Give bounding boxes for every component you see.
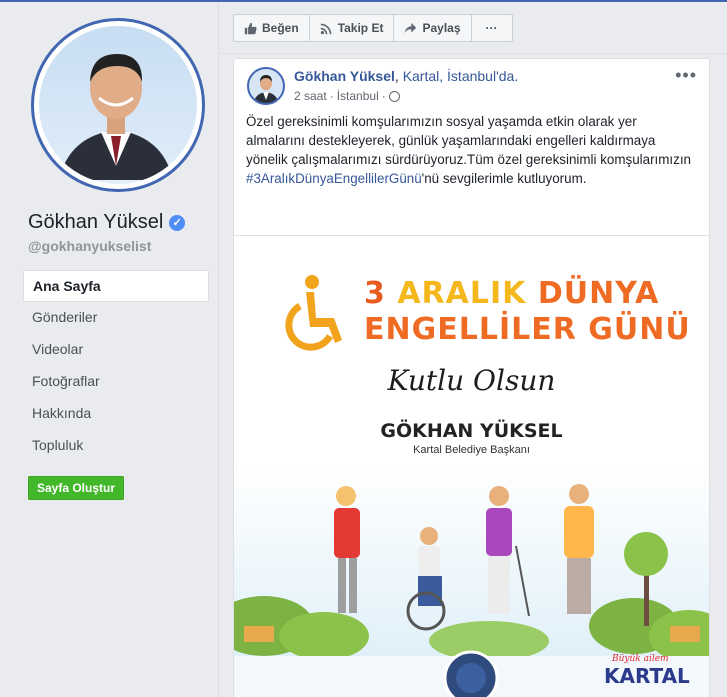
poster-title-number: 3 — [364, 276, 386, 311]
poster-title-world: DÜNYA — [537, 276, 660, 311]
post-image[interactable]: 3 ARALIK DÜNYA ENGELLİLER GÜNÜ Kutlu Ols… — [234, 235, 709, 697]
page-handle[interactable]: @gokhanyukselist — [28, 238, 151, 254]
share-button[interactable]: Paylaş — [394, 15, 472, 41]
page-name-text: Gökhan Yüksel — [28, 211, 164, 233]
poster-title-month: ARALIK — [397, 276, 527, 311]
poster-person-title: Kartal Belediye Başkanı — [413, 444, 530, 456]
profile-photo — [39, 26, 197, 184]
left-sidebar: Gökhan Yüksel ✓ @gokhanyukselist Ana Say… — [0, 2, 219, 697]
poster-title-line1: 3 ARALIK DÜNYA — [364, 276, 659, 311]
page-nav: Ana Sayfa Gönderiler Videolar Fotoğrafla… — [23, 270, 209, 462]
poster-brand-tagline: Büyük ailem — [612, 654, 669, 664]
meta-dot: · — [381, 89, 386, 103]
post-author-link[interactable]: Gökhan Yüksel — [294, 68, 395, 84]
location-separator: , — [394, 68, 399, 84]
like-button[interactable]: Beğen — [234, 15, 310, 41]
more-actions-button[interactable]: ··· — [472, 15, 512, 41]
post-place[interactable]: İstanbul — [337, 89, 379, 103]
nav-item-community[interactable]: Topluluk — [23, 430, 209, 462]
post-time[interactable]: 2 saat — [294, 89, 327, 103]
follow-button[interactable]: Takip Et — [310, 15, 395, 41]
thumbs-up-icon — [244, 22, 257, 34]
poster-brand-logo: KARTAL — [604, 664, 690, 688]
header-divider — [219, 53, 727, 54]
post-options-icon[interactable]: ••• — [675, 65, 697, 86]
poster-greeting: Kutlu Olsun — [387, 364, 556, 397]
ellipsis-icon: ··· — [485, 21, 498, 35]
nav-item-home[interactable]: Ana Sayfa — [23, 270, 209, 302]
nav-item-photos[interactable]: Fotoğraflar — [23, 366, 209, 398]
rss-icon — [320, 23, 332, 34]
page-name[interactable]: Gökhan Yüksel ✓ — [28, 211, 186, 234]
post-text-end: 'nü sevgilerimle kutluyorum. — [421, 171, 587, 186]
share-arrow-icon — [405, 22, 417, 33]
share-label: Paylaş — [422, 21, 461, 35]
post-location-link[interactable]: Kartal, İstanbul'da. — [403, 68, 519, 84]
post-meta: 2 saat · İstanbul · — [294, 89, 400, 103]
post-author-avatar[interactable] — [247, 67, 285, 105]
page-action-bar: Beğen Takip Et Paylaş ··· — [233, 14, 513, 42]
author-portrait-icon — [253, 75, 279, 103]
follow-label: Takip Et — [337, 21, 384, 35]
nav-item-posts[interactable]: Gönderiler — [23, 302, 209, 334]
post-header: Gökhan Yüksel, Kartal, İstanbul'da. — [294, 68, 518, 84]
meta-dot: · — [329, 89, 334, 103]
nav-item-about[interactable]: Hakkında — [23, 398, 209, 430]
profile-picture[interactable] — [31, 18, 205, 192]
post-text: Özel gereksinimli komşularımızın sosyal … — [246, 112, 696, 188]
like-label: Beğen — [262, 21, 299, 35]
poster-title-line2: ENGELLİLER GÜNÜ — [364, 312, 691, 347]
verified-badge-icon: ✓ — [169, 214, 186, 231]
nav-item-videos[interactable]: Videolar — [23, 334, 209, 366]
create-page-button[interactable]: Sayfa Oluştur — [28, 476, 124, 500]
profile-portrait-icon — [59, 54, 173, 180]
poster-person-name: GÖKHAN YÜKSEL — [380, 420, 563, 442]
post-text-body: Özel gereksinimli komşularımızın sosyal … — [246, 114, 691, 167]
post-card: Gökhan Yüksel, Kartal, İstanbul'da. 2 sa… — [233, 58, 710, 697]
wheelchair-icon — [285, 275, 342, 351]
globe-icon[interactable] — [388, 90, 400, 102]
hashtag-link[interactable]: #3AralıkDünyaEngellilerGünü — [246, 171, 422, 186]
